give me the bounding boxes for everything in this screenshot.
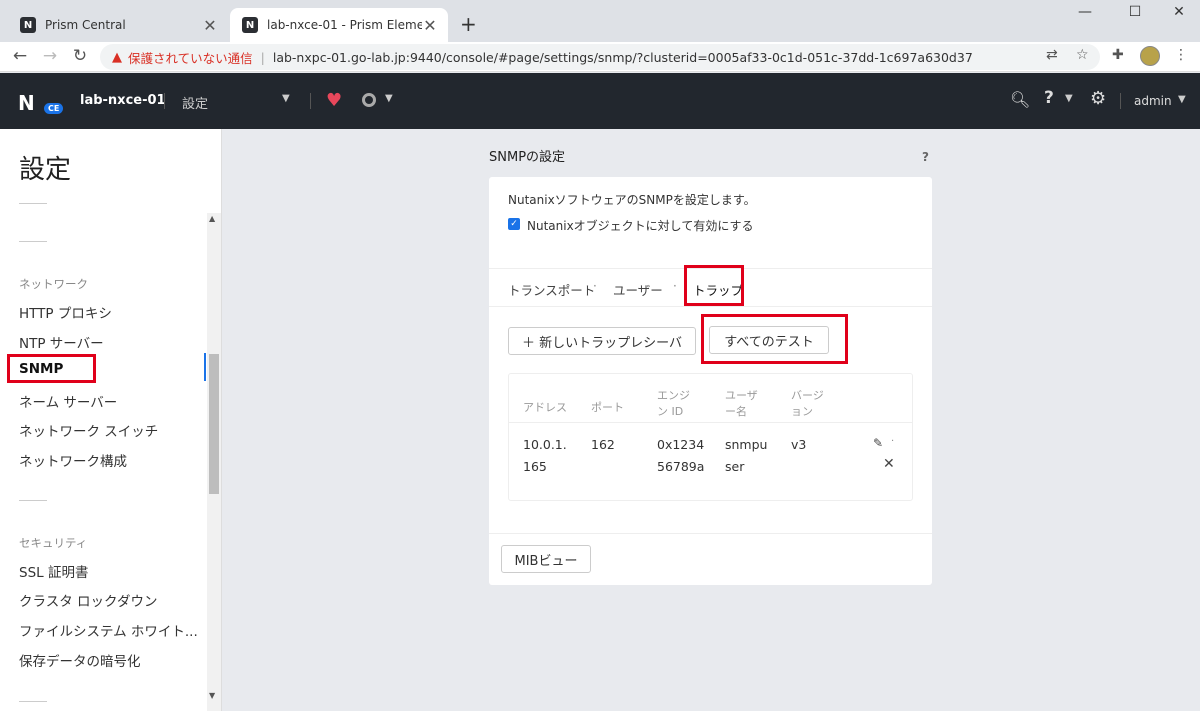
forward-arrow-icon[interactable]: → — [38, 46, 62, 66]
sidebar-item-data-encryption[interactable]: 保存データの暗号化 — [19, 650, 141, 670]
tab-separator: · — [673, 279, 677, 293]
page-title: SNMPの設定 — [489, 150, 566, 165]
bookmark-star-icon[interactable]: ☆ — [1076, 47, 1089, 63]
app-header: N CE lab-nxce-01 設定 ▼ ♥ ▼ 🔍︎ ? ▼ ⚙ admin… — [0, 73, 1200, 129]
chevron-down-icon[interactable]: ▼ — [282, 93, 290, 104]
action-separator: · — [891, 436, 895, 447]
scrollbar-thumb[interactable] — [209, 354, 219, 494]
address-divider: | — [260, 49, 265, 65]
sidebar-item-cluster-lockdown[interactable]: クラスタ ロックダウン — [19, 590, 157, 610]
address-bar[interactable]: ▲ 保護されていない通信 | lab-nxpc-01.go-lab.jp:944… — [100, 44, 1100, 70]
header-divider — [1120, 93, 1121, 109]
active-indicator — [204, 353, 206, 381]
gear-icon[interactable]: ⚙ — [1090, 88, 1106, 109]
cell-address: 10.0.1.165 — [523, 437, 567, 474]
nutanix-favicon-icon: N — [20, 17, 36, 33]
browser-tab-prism-central[interactable]: N Prism Central ✕ — [8, 8, 228, 42]
column-header-user: ユーザー名 — [725, 389, 758, 418]
settings-sidebar: 設定 ネットワーク HTTP プロキシ NTP サーバー SNMP ネーム サー… — [0, 129, 222, 711]
snmp-description: NutanixソフトウェアのSNMPを設定します。 — [508, 193, 756, 207]
new-tab-button[interactable]: + — [460, 12, 477, 36]
column-header-address: アドレス — [523, 401, 567, 414]
delete-x-icon[interactable]: ✕ — [883, 456, 895, 472]
edit-pencil-icon[interactable]: ✎ — [873, 436, 883, 450]
nutanix-favicon-icon: N — [242, 17, 258, 33]
enable-checkbox[interactable]: ✓ — [508, 218, 520, 230]
header-divider — [310, 93, 311, 109]
help-icon[interactable]: ? — [1044, 88, 1054, 108]
browser-menu-icon[interactable]: ⋮ — [1174, 47, 1188, 63]
user-menu[interactable]: admin — [1134, 94, 1172, 108]
extensions-icon[interactable]: ✚ — [1112, 47, 1124, 63]
maximize-icon[interactable]: ☐ — [1112, 4, 1158, 20]
column-header-version: バージョン — [791, 389, 824, 418]
browser-tab-title: lab-nxce-01 - Prism Element — [267, 18, 422, 32]
sidebar-group-security: セキュリティ — [19, 536, 88, 550]
health-heart-icon[interactable]: ♥ — [326, 90, 342, 111]
header-divider — [164, 93, 165, 109]
reload-icon[interactable]: ↻ — [68, 46, 92, 66]
cell-version: v3 — [791, 437, 807, 452]
nutanix-logo-icon[interactable]: N — [18, 91, 35, 115]
sidebar-item-network-switch[interactable]: ネットワーク スイッチ — [19, 420, 158, 440]
ce-badge: CE — [44, 103, 64, 114]
scroll-down-icon[interactable]: ▼ — [209, 691, 215, 700]
highlight-box — [701, 314, 848, 364]
sidebar-divider — [19, 241, 47, 242]
sidebar-divider — [19, 203, 47, 204]
highlight-box — [7, 354, 96, 383]
row-divider — [509, 422, 912, 423]
warning-icon: ▲ — [112, 49, 122, 65]
sidebar-item-name-servers[interactable]: ネーム サーバー — [19, 391, 117, 411]
close-tab-icon[interactable]: ✕ — [422, 16, 438, 35]
chevron-down-icon[interactable]: ▼ — [1178, 94, 1186, 105]
sidebar-divider — [19, 701, 47, 702]
browser-toolbar: ← → ↻ ▲ 保護されていない通信 | lab-nxpc-01.go-lab.… — [0, 42, 1200, 72]
column-header-engine-id: エンジン ID — [657, 389, 690, 418]
sidebar-item-http-proxy[interactable]: HTTP プロキシ — [19, 302, 112, 322]
cell-port: 162 — [591, 437, 615, 452]
search-icon[interactable]: 🔍︎ — [1010, 90, 1030, 109]
tab-transport[interactable]: トランスポート — [508, 280, 595, 299]
trap-receivers-table: アドレス ポート エンジン ID ユーザー名 バージョン 10.0.1.165 … — [508, 373, 913, 501]
chevron-down-icon[interactable]: ▼ — [385, 93, 393, 104]
sidebar-group-network: ネットワーク — [19, 277, 88, 291]
insecure-label: 保護されていない通信 — [128, 50, 253, 66]
footer-divider — [489, 533, 932, 534]
tabs-divider — [489, 306, 932, 307]
url-text: lab-nxpc-01.go-lab.jp:9440/console/#page… — [272, 49, 973, 65]
cell-user: snmpuser — [725, 437, 768, 474]
new-trap-receiver-button[interactable]: ＋ 新しいトラップレシーバ — [508, 327, 696, 355]
sidebar-title: 設定 — [19, 155, 72, 185]
alerts-circle-icon[interactable] — [362, 93, 376, 107]
main-menu-label[interactable]: 設定 — [182, 93, 208, 112]
highlight-box — [684, 265, 744, 306]
tab-users[interactable]: ユーザー — [613, 280, 663, 299]
sidebar-item-ntp-servers[interactable]: NTP サーバー — [19, 332, 104, 352]
mib-view-button[interactable]: MIBビュー — [501, 545, 591, 573]
scroll-up-icon[interactable]: ▲ — [209, 214, 215, 223]
cluster-name[interactable]: lab-nxce-01 — [80, 93, 166, 108]
column-header-port: ポート — [591, 401, 624, 414]
browser-tab-prism-element[interactable]: N lab-nxce-01 - Prism Element ✕ — [230, 8, 448, 42]
tab-separator: · — [593, 279, 597, 293]
sidebar-item-filesystem-whitelist[interactable]: ファイルシステム ホワイト... — [19, 620, 198, 640]
profile-avatar[interactable] — [1140, 46, 1160, 66]
browser-tab-title: Prism Central — [45, 18, 126, 32]
sidebar-item-network-config[interactable]: ネットワーク構成 — [19, 450, 127, 470]
sidebar-divider — [19, 500, 47, 501]
help-icon[interactable]: ? — [922, 150, 929, 164]
cell-engine-id: 0x123456789a — [657, 437, 705, 474]
sidebar-item-ssl-certificate[interactable]: SSL 証明書 — [19, 561, 88, 581]
enable-checkbox-label[interactable]: Nutanixオブジェクトに対して有効にする — [527, 217, 753, 234]
translate-icon[interactable]: ⇄ — [1046, 47, 1058, 63]
back-arrow-icon[interactable]: ← — [8, 46, 32, 66]
chevron-down-icon[interactable]: ▼ — [1065, 93, 1073, 104]
browser-tab-bar: N Prism Central ✕ N lab-nxce-01 - Prism … — [0, 0, 1200, 42]
window-close-icon[interactable]: ✕ — [1156, 4, 1200, 20]
snmp-settings-panel: NutanixソフトウェアのSNMPを設定します。 ✓ Nutanixオブジェク… — [489, 177, 932, 585]
minimize-icon[interactable]: — — [1062, 4, 1108, 20]
close-tab-icon[interactable]: ✕ — [202, 16, 218, 35]
